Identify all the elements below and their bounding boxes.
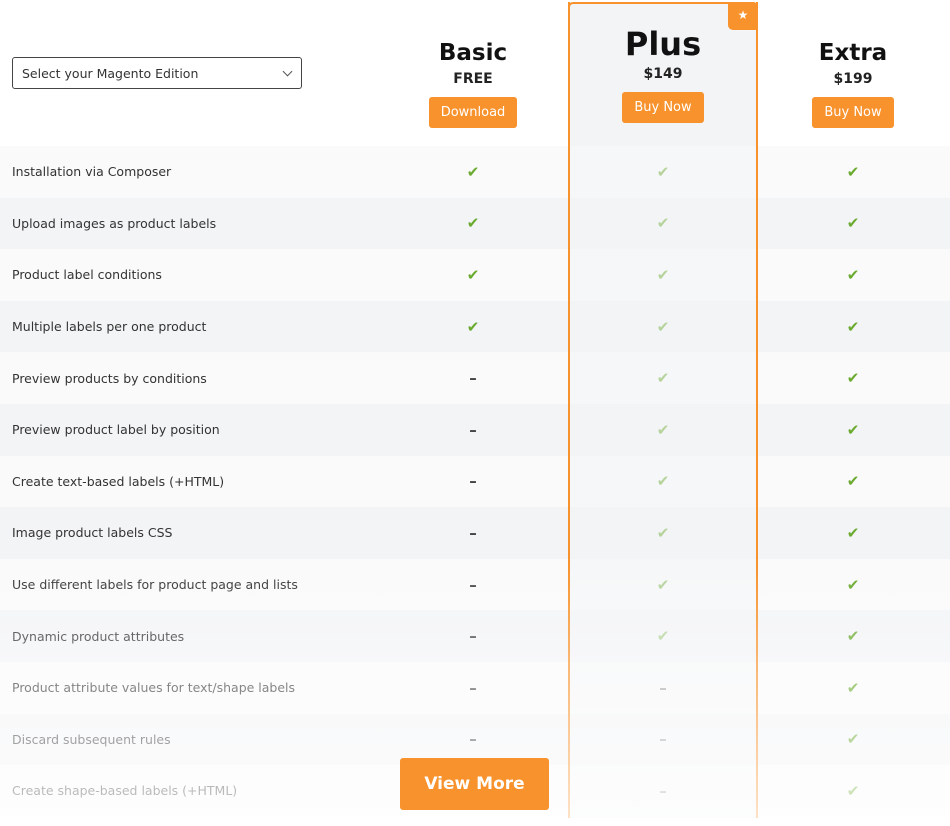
feature-name: Dynamic product attributes bbox=[12, 628, 185, 644]
plan-basic: Basic FREE Download bbox=[378, 0, 568, 128]
feature-row: Dynamic product attributes – ✔ ✔ bbox=[0, 610, 950, 662]
dash-icon: – bbox=[469, 523, 477, 542]
check-icon: ✔ bbox=[466, 317, 480, 336]
edition-select[interactable]: Select your Magento Edition bbox=[12, 57, 302, 89]
feature-name: Image product labels CSS bbox=[12, 525, 173, 541]
dash-icon: – bbox=[469, 420, 477, 439]
pricing-header: Select your Magento Edition Basic FREE D… bbox=[0, 0, 950, 146]
feature-name: Create shape-based labels (+HTML) bbox=[12, 783, 238, 799]
check-icon: ✔ bbox=[846, 369, 860, 388]
feature-row: Product attribute values for text/shape … bbox=[0, 661, 950, 714]
feature-name: Create text-based labels (+HTML) bbox=[12, 473, 225, 489]
check-icon: ✔ bbox=[846, 575, 860, 594]
plan-plus: Plus $149 Buy Now bbox=[568, 0, 758, 123]
feature-row: Use different labels for product page an… bbox=[0, 558, 950, 611]
dash-icon: – bbox=[469, 369, 477, 388]
check-icon: ✔ bbox=[656, 214, 670, 233]
check-icon: ✔ bbox=[656, 575, 670, 594]
edition-select-label: Select your Magento Edition bbox=[22, 65, 199, 81]
plan-extra-price: $199 bbox=[833, 71, 873, 87]
feature-name: Discard subsequent rules bbox=[12, 731, 171, 747]
plan-basic-price: FREE bbox=[453, 71, 493, 87]
download-button[interactable]: Download bbox=[428, 97, 518, 128]
check-icon: ✔ bbox=[656, 627, 670, 646]
feature-row: Image product labels CSS – ✔ ✔ bbox=[0, 507, 950, 559]
feature-table: Installation via Composer ✔ ✔ ✔ Upload image… bbox=[0, 146, 950, 817]
check-icon: ✔ bbox=[656, 523, 670, 542]
feature-name: Preview products by conditions bbox=[12, 370, 207, 386]
check-icon: ✔ bbox=[846, 214, 860, 233]
feature-row: Multiple labels per one product ✔ ✔ ✔ bbox=[0, 300, 950, 353]
check-icon: ✔ bbox=[846, 627, 860, 646]
check-icon: ✔ bbox=[846, 523, 860, 542]
plus-buy-now-button[interactable]: Buy Now bbox=[622, 92, 704, 123]
check-icon: ✔ bbox=[846, 317, 860, 336]
feature-name: Product attribute values for text/shape … bbox=[12, 680, 296, 696]
dash-icon: – bbox=[469, 472, 477, 491]
feature-name: Upload images as product labels bbox=[12, 215, 217, 231]
feature-row: Installation via Composer ✔ ✔ ✔ bbox=[0, 146, 950, 198]
plus-column-border-left bbox=[568, 2, 570, 818]
check-icon: ✔ bbox=[656, 162, 670, 181]
check-icon: ✔ bbox=[656, 265, 670, 284]
chevron-down-icon bbox=[282, 66, 293, 76]
bottom-edge bbox=[0, 818, 950, 826]
plan-plus-price: $149 bbox=[643, 66, 683, 82]
feature-row: Upload images as product labels ✔ ✔ ✔ bbox=[0, 197, 950, 250]
check-icon: ✔ bbox=[846, 678, 860, 697]
plan-basic-name: Basic bbox=[438, 40, 508, 66]
feature-name: Preview product label by position bbox=[12, 422, 220, 438]
dash-icon: – bbox=[469, 730, 477, 749]
check-icon: ✔ bbox=[846, 472, 860, 491]
check-icon: ✔ bbox=[846, 781, 860, 800]
dash-icon: – bbox=[659, 730, 667, 749]
dash-icon: – bbox=[659, 781, 667, 800]
dash-icon: – bbox=[469, 627, 477, 646]
plus-column-border-right bbox=[756, 2, 758, 818]
dash-icon: – bbox=[469, 575, 477, 594]
check-icon: ✔ bbox=[466, 162, 480, 181]
check-icon: ✔ bbox=[656, 420, 670, 439]
check-icon: ✔ bbox=[656, 317, 670, 336]
check-icon: ✔ bbox=[846, 162, 860, 181]
feature-name: Use different labels for product page an… bbox=[12, 577, 298, 593]
extra-buy-now-button[interactable]: Buy Now bbox=[812, 97, 894, 128]
check-icon: ✔ bbox=[846, 420, 860, 439]
feature-name: Multiple labels per one product bbox=[12, 319, 207, 335]
feature-row: Preview product label by position – ✔ ✔ bbox=[0, 403, 950, 456]
plan-extra: Extra $199 Buy Now bbox=[758, 0, 948, 128]
check-icon: ✔ bbox=[656, 369, 670, 388]
feature-name: Product label conditions bbox=[12, 267, 162, 283]
view-more-button[interactable]: View More bbox=[400, 758, 549, 810]
check-icon: ✔ bbox=[466, 265, 480, 284]
dash-icon: – bbox=[469, 678, 477, 697]
check-icon: ✔ bbox=[846, 730, 860, 749]
check-icon: ✔ bbox=[846, 265, 860, 284]
plan-extra-name: Extra bbox=[818, 40, 888, 66]
feature-row: Preview products by conditions – ✔ ✔ bbox=[0, 352, 950, 404]
plan-plus-name: Plus bbox=[624, 25, 702, 63]
feature-name: Installation via Composer bbox=[12, 164, 172, 180]
feature-row: Create text-based labels (+HTML) – ✔ ✔ bbox=[0, 455, 950, 508]
dash-icon: – bbox=[659, 678, 667, 697]
feature-row: Product label conditions ✔ ✔ ✔ bbox=[0, 249, 950, 301]
check-icon: ✔ bbox=[466, 214, 480, 233]
check-icon: ✔ bbox=[656, 472, 670, 491]
